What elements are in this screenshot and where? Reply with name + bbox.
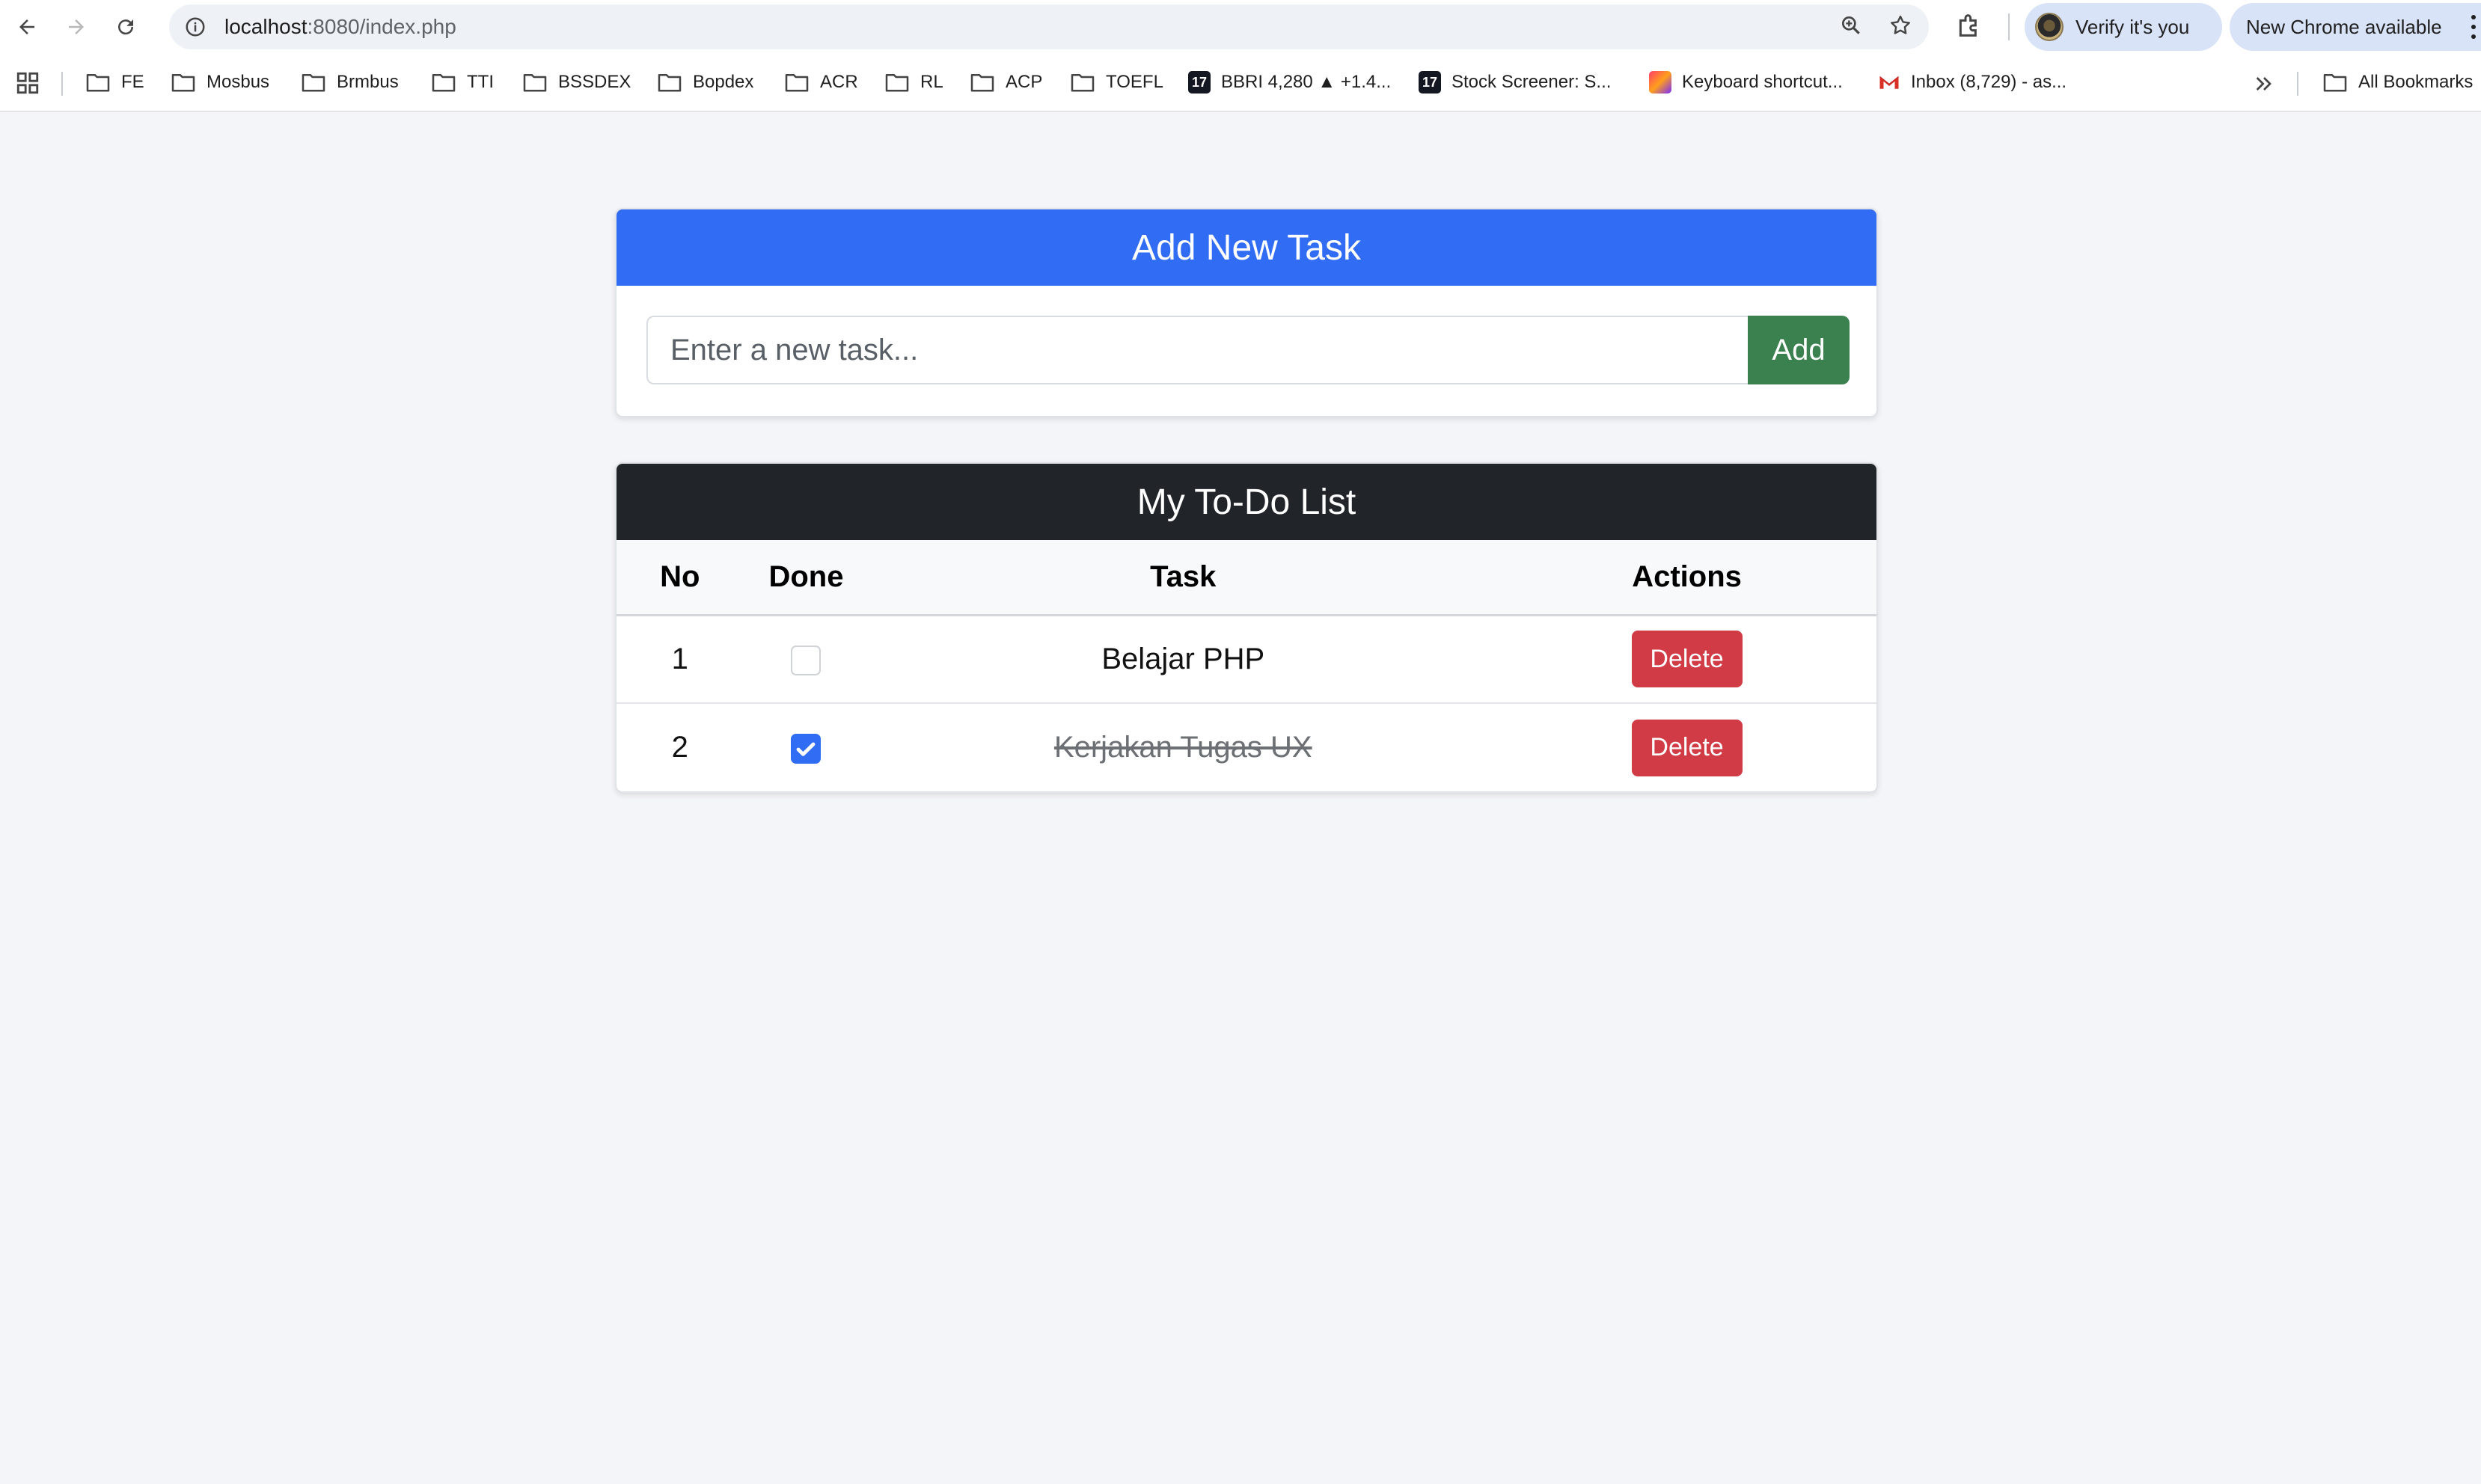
- url-host: localhost: [224, 15, 308, 38]
- table-row: 2 Kerjakan Tugas UX Delete: [617, 702, 1876, 791]
- bookmark-star-icon[interactable]: [1888, 13, 1912, 41]
- gmail-icon: [1878, 71, 1900, 93]
- bookmark-label: ACR: [820, 72, 858, 92]
- folder-icon: [658, 73, 682, 92]
- bookmarks-divider: [61, 72, 63, 96]
- extensions-icon[interactable]: [1954, 10, 1984, 40]
- delete-button[interactable]: Delete: [1631, 631, 1743, 688]
- browser-toolbar: localhost:8080/index.php Verify it's you…: [0, 0, 2481, 54]
- tradingview-icon: 17: [1188, 71, 1211, 93]
- chevron-double-right-icon[interactable]: [2252, 72, 2276, 96]
- forward-icon[interactable]: [54, 4, 99, 49]
- bookmark-inbox[interactable]: Inbox (8,729) - as...: [1878, 67, 2067, 97]
- verify-profile-button[interactable]: Verify it's you: [2025, 3, 2222, 51]
- all-bookmarks-button[interactable]: All Bookmarks: [2322, 67, 2473, 97]
- row-number: 1: [671, 642, 688, 675]
- bookmark-tti[interactable]: TTI: [431, 67, 494, 97]
- bookmark-rl[interactable]: RL: [884, 67, 943, 97]
- delete-button[interactable]: Delete: [1631, 719, 1743, 776]
- bookmark-label: ACP: [1006, 72, 1043, 92]
- actions-cell: Delete: [1497, 702, 1876, 791]
- reload-icon[interactable]: [103, 4, 148, 49]
- bookmark-label: Mosbus: [207, 72, 270, 92]
- bookmarks-bar: FE Mosbus Brmbus TTI BSSDEX Bopdex ACR R…: [0, 54, 2481, 112]
- todo-list-card: My To-Do List No Done Task Actions 1 Bel…: [615, 462, 1878, 793]
- update-label: New Chrome available: [2246, 15, 2442, 38]
- back-icon[interactable]: [4, 4, 49, 49]
- add-task-form: Add: [646, 316, 1850, 384]
- done-checkbox[interactable]: [791, 734, 822, 764]
- bookmark-bssdex[interactable]: BSSDEX: [522, 67, 631, 97]
- folder-icon: [1071, 73, 1095, 92]
- add-task-title: Add New Task: [617, 209, 1876, 286]
- task-cell: Belajar PHP: [869, 615, 1497, 703]
- bookmark-mosbus[interactable]: Mosbus: [171, 67, 269, 97]
- bookmark-fe[interactable]: FE: [85, 67, 144, 97]
- bookmark-acr[interactable]: ACR: [784, 67, 858, 97]
- shortcut-app-icon: [1649, 71, 1671, 93]
- header-actions: Actions: [1497, 540, 1876, 616]
- bookmark-bopdex[interactable]: Bopdex: [657, 67, 753, 97]
- new-task-input[interactable]: [646, 316, 1748, 384]
- url-text: localhost:8080/index.php: [224, 15, 456, 39]
- address-bar[interactable]: localhost:8080/index.php: [169, 4, 1929, 49]
- folder-icon: [86, 73, 110, 92]
- apps-grid-icon[interactable]: [15, 70, 40, 96]
- bookmark-label: TTI: [467, 72, 494, 92]
- done-cell: [744, 615, 869, 703]
- bookmark-label: Inbox (8,729) - as...: [1911, 72, 2067, 92]
- bookmark-label: FE: [121, 72, 144, 92]
- done-cell: [743, 702, 869, 791]
- bookmark-label: Bopdex: [693, 72, 754, 92]
- verify-label: Verify it's you: [2075, 15, 2190, 38]
- bookmarks-divider: [2297, 72, 2298, 96]
- task-text: Kerjakan Tugas UX: [1053, 731, 1312, 764]
- table-row: 1 Belajar PHP Delete: [617, 615, 1876, 703]
- bookmark-label: Brmbus: [337, 72, 399, 92]
- task-text: Belajar PHP: [1101, 642, 1265, 675]
- table-header-row: No Done Task Actions: [617, 540, 1876, 616]
- bookmark-bbri[interactable]: 17 BBRI 4,280 ▲ +1.4...: [1188, 67, 1391, 97]
- bookmark-label: TOEFL: [1106, 72, 1163, 92]
- folder-icon: [171, 73, 195, 92]
- bookmark-label: BBRI 4,280 ▲ +1.4...: [1221, 72, 1392, 92]
- row-number: 2: [617, 702, 744, 791]
- folder-icon: [970, 73, 994, 92]
- bookmark-stock-screener[interactable]: 17 Stock Screener: S...: [1419, 67, 1611, 97]
- header-no: No: [617, 540, 744, 616]
- folder-icon: [785, 73, 809, 92]
- avatar: [2035, 13, 2064, 41]
- actions-cell: Delete: [1497, 615, 1876, 703]
- bookmark-acp[interactable]: ACP: [970, 67, 1042, 97]
- todo-table: No Done Task Actions 1 Belajar PHP Delet…: [617, 540, 1876, 791]
- bookmark-brmbus[interactable]: Brmbus: [301, 67, 399, 97]
- site-info-icon[interactable]: [183, 14, 208, 40]
- url-path: :8080/index.php: [307, 15, 456, 38]
- bookmark-label: Keyboard shortcut...: [1682, 72, 1843, 92]
- bookmark-keyboard-shortcut[interactable]: Keyboard shortcut...: [1649, 67, 1843, 97]
- zoom-icon[interactable]: [1839, 13, 1863, 41]
- add-task-card: Add New Task Add: [615, 208, 1878, 417]
- bookmark-label: Stock Screener: S...: [1451, 72, 1612, 92]
- toolbar-divider: [2008, 13, 2010, 40]
- bookmark-label: BSSDEX: [558, 72, 631, 92]
- done-checkbox[interactable]: [791, 646, 822, 676]
- bookmark-label: RL: [920, 72, 943, 92]
- more-menu-icon[interactable]: [2471, 15, 2477, 39]
- tradingview-icon: 17: [1419, 71, 1441, 93]
- folder-icon: [432, 73, 456, 92]
- checkmark-icon: [797, 743, 816, 757]
- add-button[interactable]: Add: [1748, 316, 1850, 384]
- folder-icon: [523, 73, 547, 92]
- folder-icon: [885, 73, 909, 92]
- header-task: Task: [869, 540, 1498, 616]
- folder-icon: [302, 73, 325, 92]
- chrome-update-button[interactable]: New Chrome available: [2230, 3, 2481, 51]
- folder-icon: [2323, 73, 2347, 92]
- task-cell: Kerjakan Tugas UX: [869, 702, 1498, 791]
- bookmark-toefl[interactable]: TOEFL: [1070, 67, 1163, 97]
- all-bookmarks-label: All Bookmarks: [2358, 72, 2474, 92]
- todo-list-title: My To-Do List: [617, 464, 1876, 540]
- header-done: Done: [743, 540, 869, 616]
